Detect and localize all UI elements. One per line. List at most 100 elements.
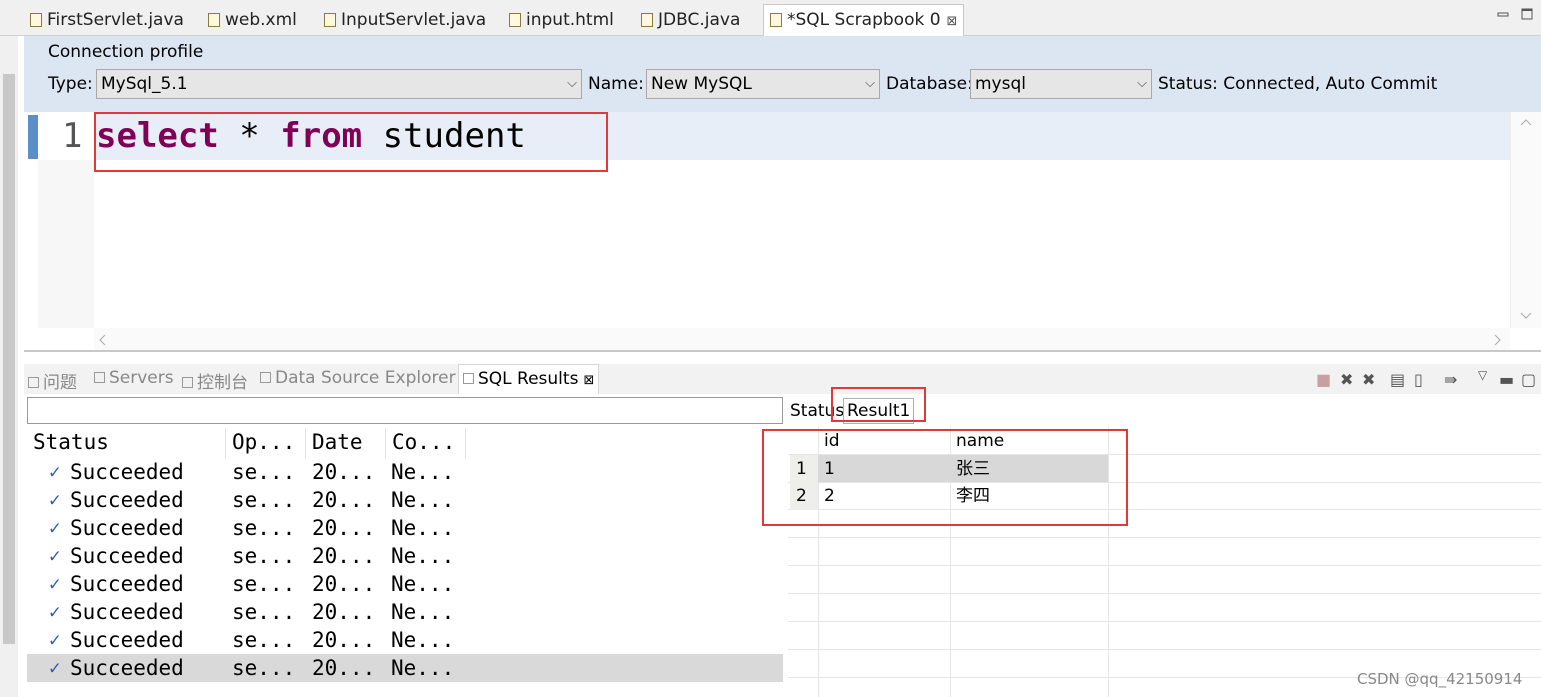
servers-icon	[94, 372, 105, 383]
check-icon: ✓	[49, 489, 61, 511]
row-date: 20...	[312, 488, 376, 512]
line-number-gutter	[38, 160, 94, 328]
row-operation: se...	[232, 572, 296, 596]
row-status: Succeeded	[70, 628, 184, 652]
history-row-selected[interactable]: ✓ Succeeded se... 20... Ne...	[27, 654, 783, 682]
sql-file-icon	[770, 13, 782, 27]
grid-line	[788, 621, 1541, 622]
history-row[interactable]: ✓ Succeeded se... 20... Ne...	[27, 458, 783, 486]
grid-line	[788, 537, 1541, 538]
row-operation: se...	[232, 516, 296, 540]
scroll-left-icon[interactable]	[98, 334, 106, 346]
close-icon[interactable]: ⊠	[583, 373, 594, 388]
row-operation: se...	[232, 628, 296, 652]
row-connection: Ne...	[391, 460, 455, 484]
tab-label: JDBC.java	[658, 10, 741, 30]
column-operation[interactable]: Op...	[226, 428, 306, 458]
filter-icon[interactable]: ⇛	[1444, 370, 1457, 389]
type-select[interactable]: MySql_5.1 ⌵	[96, 69, 582, 99]
history-row[interactable]: ✓ Succeeded se... 20... Ne...	[27, 486, 783, 514]
maximize-icon[interactable]	[1521, 8, 1533, 20]
html-file-icon	[509, 13, 521, 27]
remove-icon[interactable]: ✖	[1340, 370, 1353, 389]
tab-sql-results[interactable]: SQL Results ⊠	[458, 364, 600, 394]
history-row[interactable]: ✓ Succeeded se... 20... Ne...	[27, 570, 783, 598]
view-menu-icon[interactable]: ▽	[1478, 368, 1487, 382]
column-connection[interactable]: Co...	[386, 428, 466, 458]
name-select[interactable]: New MySQL ⌵	[646, 69, 880, 99]
row-date: 20...	[312, 572, 376, 596]
column-date[interactable]: Date	[306, 428, 386, 458]
editor-tab-bar: FirstServlet.java web.xml InputServlet.j…	[0, 0, 1541, 36]
tab-label: *SQL Scrapbook 0	[787, 10, 941, 30]
history-row[interactable]: ✓ Succeeded se... 20... Ne...	[27, 598, 783, 626]
database-label: Database:	[886, 74, 973, 94]
tab-sql-scrapbook[interactable]: *SQL Scrapbook 0 ⊠	[763, 4, 965, 36]
grid-line	[788, 565, 1541, 566]
tab-label: Servers	[109, 368, 174, 388]
tab-servers[interactable]: Servers	[94, 368, 174, 388]
row-status: Succeeded	[70, 600, 184, 624]
layout-icon[interactable]: ▤	[1390, 370, 1405, 389]
chevron-down-icon: ⌵	[567, 76, 577, 91]
check-icon: ✓	[49, 517, 61, 539]
scroll-up-icon[interactable]	[1520, 118, 1532, 126]
tab-label: input.html	[526, 10, 614, 30]
minimize-icon[interactable]: ▬	[1499, 370, 1514, 389]
console-icon	[182, 377, 193, 388]
sql-editor[interactable]: 1 select * from student	[24, 112, 1541, 352]
history-row[interactable]: ✓ Succeeded se... 20... Ne...	[27, 542, 783, 570]
row-date: 20...	[312, 516, 376, 540]
scroll-down-icon[interactable]	[1520, 312, 1532, 320]
document-icon[interactable]: ▯	[1414, 370, 1423, 389]
row-date: 20...	[312, 600, 376, 624]
row-operation: se...	[232, 460, 296, 484]
row-date: 20...	[312, 628, 376, 652]
tab-label: web.xml	[225, 10, 297, 30]
sql-results-icon	[463, 373, 474, 384]
java-file-icon	[324, 13, 336, 27]
history-row[interactable]: ✓ Succeeded se... 20... Ne...	[27, 626, 783, 654]
minimize-icon[interactable]	[1497, 8, 1509, 20]
tab-label: 控制台	[197, 373, 248, 393]
tab-console[interactable]: 控制台	[182, 368, 248, 393]
data-source-icon	[260, 372, 271, 383]
tab-inputservlet[interactable]: InputServlet.java	[324, 6, 486, 34]
history-row[interactable]: ✓ Succeeded se... 20... Ne...	[27, 514, 783, 542]
column-status[interactable]: Status	[27, 428, 226, 458]
tab-firstservlet[interactable]: FirstServlet.java	[30, 6, 184, 34]
row-status: Succeeded	[70, 460, 184, 484]
maximize-icon[interactable]: ▢	[1521, 370, 1536, 389]
row-operation: se...	[232, 600, 296, 624]
tab-jdbc[interactable]: JDBC.java	[641, 6, 740, 34]
row-connection: Ne...	[391, 600, 455, 624]
scrollbar-thumb[interactable]	[3, 74, 15, 644]
tab-web-xml[interactable]: web.xml	[208, 6, 297, 34]
row-status: Succeeded	[70, 656, 184, 680]
java-file-icon	[30, 13, 42, 27]
scroll-right-icon[interactable]	[1494, 334, 1502, 346]
database-select[interactable]: mysql ⌵	[970, 69, 1152, 99]
type-select-value: MySql_5.1	[101, 74, 188, 94]
close-icon[interactable]: ⊠	[947, 14, 958, 29]
change-marker	[28, 115, 38, 159]
connection-profile-panel: Connection profile Type: MySql_5.1 ⌵ Name…	[24, 36, 1541, 112]
stop-icon[interactable]: ■	[1316, 370, 1331, 389]
row-status: Succeeded	[70, 544, 184, 568]
watermark: CSDN @qq_42150914	[1357, 670, 1523, 688]
check-icon: ✓	[49, 545, 61, 567]
remove-all-icon[interactable]: ✖	[1362, 370, 1375, 389]
tab-label: SQL Results	[478, 369, 579, 389]
editor-horizontal-scrollbar[interactable]	[94, 328, 1510, 350]
tab-label: 问题	[43, 373, 77, 393]
annotation-box	[94, 112, 608, 172]
row-date: 20...	[312, 460, 376, 484]
tab-problems[interactable]: 问题	[28, 368, 77, 393]
left-scrollbar[interactable]	[0, 36, 18, 697]
line-number: 1	[62, 116, 83, 156]
tab-input-html[interactable]: input.html	[509, 6, 614, 34]
row-status: Succeeded	[70, 572, 184, 596]
editor-vertical-scrollbar[interactable]	[1510, 112, 1541, 328]
tab-data-source-explorer[interactable]: Data Source Explorer	[260, 368, 456, 388]
history-filter-input[interactable]	[27, 397, 783, 424]
